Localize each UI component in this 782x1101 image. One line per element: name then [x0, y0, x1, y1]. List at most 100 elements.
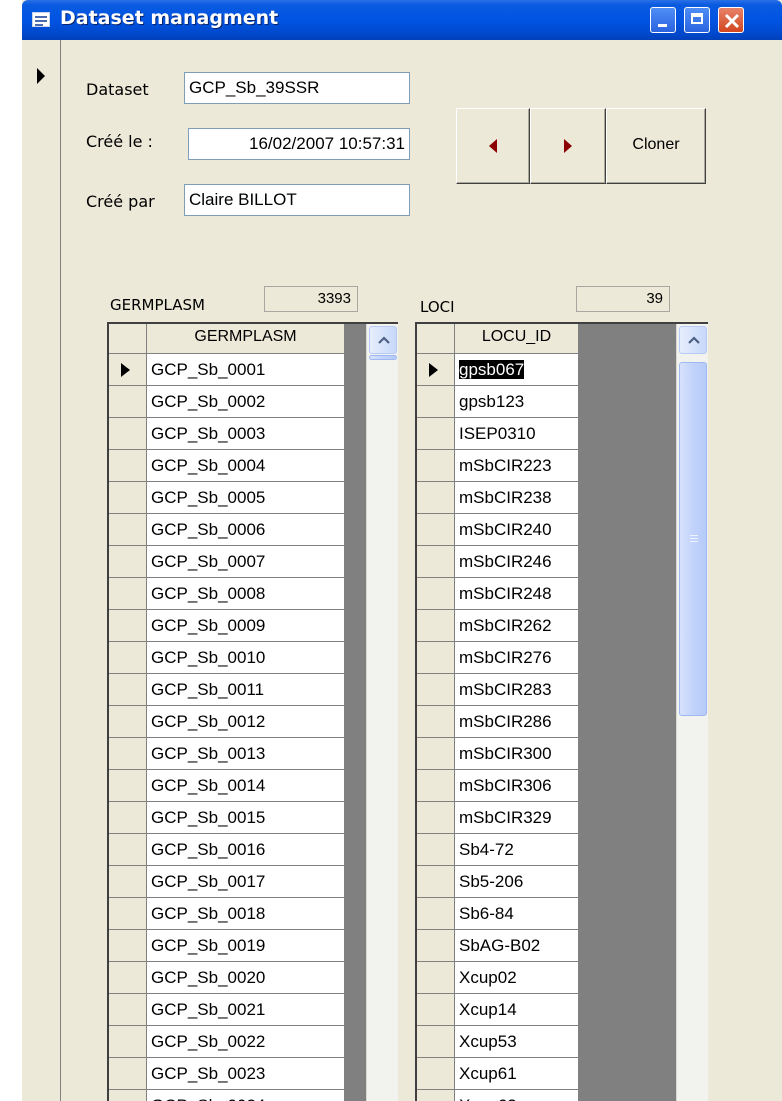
previous-button[interactable]	[456, 108, 530, 184]
row-selector[interactable]	[417, 514, 455, 546]
loci-column-header[interactable]: LOCU_ID	[455, 324, 579, 354]
table-cell[interactable]: Xcup02	[455, 962, 579, 994]
row-selector[interactable]	[417, 738, 455, 770]
row-selector[interactable]	[417, 450, 455, 482]
row-selector[interactable]	[417, 482, 455, 514]
row-selector[interactable]	[417, 898, 455, 930]
row-selector[interactable]	[109, 418, 147, 450]
table-cell[interactable]: Sb5-206	[455, 866, 579, 898]
table-cell[interactable]: mSbCIR300	[455, 738, 579, 770]
table-cell[interactable]: GCP_Sb_0018	[147, 898, 345, 930]
row-selector[interactable]	[417, 706, 455, 738]
table-cell[interactable]: GCP_Sb_0023	[147, 1058, 345, 1090]
row-selector[interactable]	[109, 1026, 147, 1058]
row-selector[interactable]	[417, 354, 455, 386]
next-button[interactable]	[530, 108, 606, 184]
loci-scroll-up-button[interactable]	[679, 326, 707, 354]
row-selector[interactable]	[417, 962, 455, 994]
table-cell[interactable]: GCP_Sb_0001	[147, 354, 345, 386]
table-cell[interactable]: GCP_Sb_0002	[147, 386, 345, 418]
row-selector[interactable]	[109, 450, 147, 482]
table-cell[interactable]: GCP_Sb_0022	[147, 1026, 345, 1058]
created-by-field[interactable]: Claire BILLOT	[184, 184, 410, 216]
row-selector[interactable]	[417, 386, 455, 418]
row-selector[interactable]	[109, 1058, 147, 1090]
row-selector[interactable]	[417, 866, 455, 898]
row-selector[interactable]	[109, 1090, 147, 1101]
table-cell[interactable]: GCP_Sb_0016	[147, 834, 345, 866]
record-selector[interactable]	[22, 40, 61, 1101]
row-selector[interactable]	[109, 482, 147, 514]
row-selector[interactable]	[417, 1090, 455, 1101]
close-button[interactable]	[718, 7, 744, 33]
row-selector[interactable]	[109, 802, 147, 834]
table-cell[interactable]: mSbCIR306	[455, 770, 579, 802]
table-cell[interactable]: GCP_Sb_0008	[147, 578, 345, 610]
table-cell[interactable]: GCP_Sb_0019	[147, 930, 345, 962]
table-cell[interactable]: GCP_Sb_0017	[147, 866, 345, 898]
row-selector[interactable]	[109, 866, 147, 898]
germplasm-scrollbar[interactable]	[366, 324, 398, 1101]
row-selector[interactable]	[417, 578, 455, 610]
table-cell[interactable]: Xcup14	[455, 994, 579, 1026]
table-cell[interactable]: mSbCIR329	[455, 802, 579, 834]
row-selector[interactable]	[417, 418, 455, 450]
maximize-button[interactable]	[684, 7, 710, 33]
table-cell[interactable]: ISEP0310	[455, 418, 579, 450]
table-cell[interactable]: Xcup63	[455, 1090, 579, 1101]
table-cell[interactable]: GCP_Sb_0020	[147, 962, 345, 994]
row-selector[interactable]	[109, 738, 147, 770]
row-selector[interactable]	[417, 770, 455, 802]
table-cell[interactable]: GCP_Sb_0012	[147, 706, 345, 738]
table-cell[interactable]: GCP_Sb_0013	[147, 738, 345, 770]
row-selector[interactable]	[109, 546, 147, 578]
table-cell[interactable]: GCP_Sb_0003	[147, 418, 345, 450]
row-selector[interactable]	[109, 610, 147, 642]
loci-scrollbar[interactable]	[676, 324, 708, 1101]
title-bar[interactable]: Dataset managment	[22, 0, 782, 40]
row-selector[interactable]	[417, 1058, 455, 1090]
table-cell[interactable]: mSbCIR286	[455, 706, 579, 738]
table-cell[interactable]: Sb4-72	[455, 834, 579, 866]
table-cell[interactable]: SbAG-B02	[455, 930, 579, 962]
created-date-field[interactable]: 16/02/2007 10:57:31	[188, 128, 410, 160]
loci-grid[interactable]: LOCU_ID gpsb067 gpsb123 ISEP0310 mSbCIR223 m…	[415, 322, 708, 1101]
row-selector[interactable]	[417, 834, 455, 866]
row-selector[interactable]	[417, 610, 455, 642]
row-selector[interactable]	[417, 546, 455, 578]
row-selector[interactable]	[417, 994, 455, 1026]
table-cell[interactable]: mSbCIR238	[455, 482, 579, 514]
germplasm-column-header[interactable]: GERMPLASM	[147, 324, 345, 354]
row-selector[interactable]	[109, 674, 147, 706]
germplasm-grid[interactable]: GERMPLASM GCP_Sb_0001 GCP_Sb_0002 GCP_Sb_0…	[107, 322, 398, 1101]
table-cell[interactable]: mSbCIR246	[455, 546, 579, 578]
row-selector[interactable]	[109, 834, 147, 866]
table-cell[interactable]: GCP_Sb_0005	[147, 482, 345, 514]
table-cell[interactable]: GCP_Sb_0014	[147, 770, 345, 802]
table-cell[interactable]: mSbCIR276	[455, 642, 579, 674]
table-cell[interactable]: GCP_Sb_0021	[147, 994, 345, 1026]
row-selector[interactable]	[109, 770, 147, 802]
table-cell[interactable]: mSbCIR283	[455, 674, 579, 706]
table-cell[interactable]: GCP_Sb_0004	[147, 450, 345, 482]
table-cell[interactable]: mSbCIR223	[455, 450, 579, 482]
row-selector[interactable]	[109, 994, 147, 1026]
table-cell[interactable]: Xcup53	[455, 1026, 579, 1058]
row-selector[interactable]	[109, 578, 147, 610]
row-selector[interactable]	[109, 962, 147, 994]
table-cell[interactable]: GCP_Sb_0015	[147, 802, 345, 834]
row-selector[interactable]	[109, 898, 147, 930]
row-selector[interactable]	[417, 930, 455, 962]
minimize-button[interactable]	[650, 7, 676, 33]
row-selector[interactable]	[417, 1026, 455, 1058]
table-cell[interactable]: mSbCIR262	[455, 610, 579, 642]
table-cell[interactable]: Xcup61	[455, 1058, 579, 1090]
row-selector[interactable]	[109, 642, 147, 674]
table-cell[interactable]: GCP_Sb_0010	[147, 642, 345, 674]
row-selector[interactable]	[417, 802, 455, 834]
table-cell[interactable]: GCP_Sb_0011	[147, 674, 345, 706]
row-selector[interactable]	[109, 386, 147, 418]
table-cell[interactable]: Sb6-84	[455, 898, 579, 930]
table-cell[interactable]: GCP_Sb_0007	[147, 546, 345, 578]
table-cell[interactable]: gpsb123	[455, 386, 579, 418]
